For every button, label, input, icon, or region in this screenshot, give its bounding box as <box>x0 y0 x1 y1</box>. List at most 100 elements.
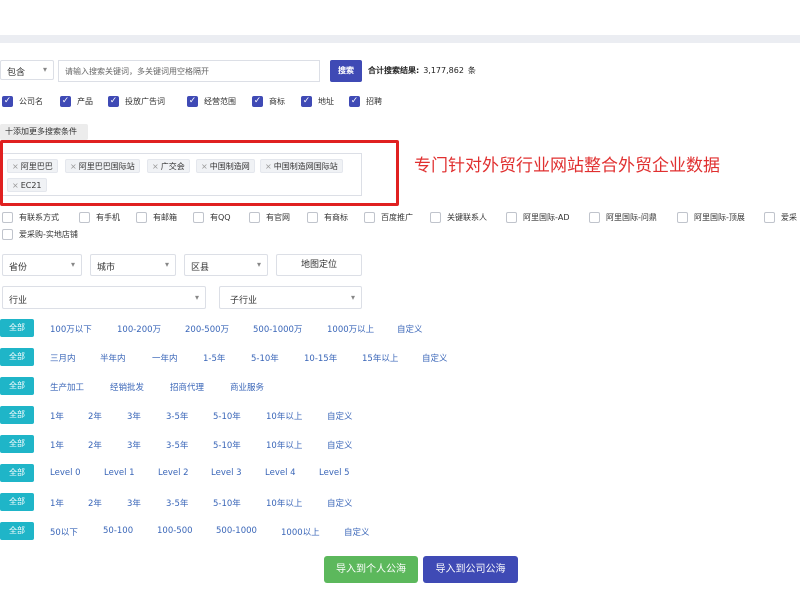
import-personal-pool-button[interactable]: 导入到个人公海 <box>324 556 418 583</box>
filter-all-button[interactable]: 全部 <box>0 406 34 424</box>
filter-option[interactable]: 1-5年 <box>203 352 225 364</box>
checkbox[interactable] <box>136 212 147 223</box>
check-icon[interactable]: ✓ <box>301 96 312 107</box>
checkbox[interactable] <box>307 212 318 223</box>
filter-option[interactable]: 2年 <box>88 497 102 509</box>
check-icon[interactable]: ✓ <box>187 96 198 107</box>
filter-option[interactable]: Level 5 <box>319 468 350 478</box>
filter-option[interactable]: 200-500万 <box>185 323 229 335</box>
check-icon[interactable]: ✓ <box>252 96 263 107</box>
filter-option[interactable]: 1000以上 <box>281 526 320 538</box>
filter-option[interactable]: 3-5年 <box>166 439 188 451</box>
filter-option[interactable]: 5-10年 <box>213 410 241 422</box>
checkbox[interactable] <box>677 212 688 223</box>
check-icon[interactable]: ✓ <box>60 96 71 107</box>
filter-option[interactable]: 15年以上 <box>362 352 398 364</box>
checkbox[interactable] <box>430 212 441 223</box>
checkbox[interactable] <box>249 212 260 223</box>
sub-industry-select[interactable]: 子行业 ▾ <box>219 286 362 309</box>
filter-option[interactable]: Level 1 <box>104 468 135 478</box>
filter-option[interactable]: 3-5年 <box>166 410 188 422</box>
import-company-pool-button[interactable]: 导入到公司公海 <box>423 556 518 583</box>
checkbox[interactable] <box>764 212 775 223</box>
check-icon[interactable]: ✓ <box>108 96 119 107</box>
filter-option[interactable]: 100-500 <box>157 526 193 536</box>
filter-option[interactable]: 3-5年 <box>166 497 188 509</box>
highlight-box <box>0 140 399 206</box>
filter-option[interactable]: 自定义 <box>327 410 353 422</box>
filter-option[interactable]: 2年 <box>88 410 102 422</box>
check-icon[interactable]: ✓ <box>349 96 360 107</box>
filter-all-button[interactable]: 全部 <box>0 348 34 366</box>
search-input[interactable] <box>65 62 315 80</box>
filter-option[interactable]: Level 2 <box>158 468 189 478</box>
checkbox[interactable] <box>79 212 90 223</box>
city-select[interactable]: 城市 ▾ <box>90 254 176 276</box>
search-result-summary: 合计搜索结果: 3,177,862 条 <box>368 65 476 76</box>
add-more-conditions-button[interactable]: 十添加更多搜索条件 <box>0 124 88 140</box>
filter-all-button[interactable]: 全部 <box>0 435 34 453</box>
checkbox[interactable] <box>506 212 517 223</box>
search-button[interactable]: 搜索 <box>330 60 362 82</box>
filter-option[interactable]: 1000万以上 <box>327 323 374 335</box>
checkbox[interactable] <box>2 229 13 240</box>
filter-option[interactable]: Level 0 <box>50 468 81 478</box>
checkbox[interactable] <box>589 212 600 223</box>
result-count: 3,177,862 <box>423 66 464 75</box>
filter-option[interactable]: 半年内 <box>100 352 126 364</box>
filter-option[interactable]: 5-10年 <box>251 352 279 364</box>
check-icon[interactable]: ✓ <box>2 96 13 107</box>
filter-option[interactable]: 500-1000 <box>216 526 257 536</box>
map-locate-button[interactable]: 地图定位 <box>276 254 362 276</box>
filter-all-button[interactable]: 全部 <box>0 319 34 337</box>
filter-option[interactable]: 50-100 <box>103 526 133 536</box>
industry-select[interactable]: 行业 ▾ <box>2 286 206 309</box>
filter-option[interactable]: 自定义 <box>327 497 353 509</box>
filter-option[interactable]: 100-200万 <box>117 323 161 335</box>
filter-option[interactable]: 生产加工 <box>50 381 84 393</box>
filter-option[interactable]: 5-10年 <box>213 497 241 509</box>
filter-option[interactable]: 10年以上 <box>266 410 302 422</box>
search-box[interactable] <box>58 60 320 82</box>
checkbox[interactable] <box>2 212 13 223</box>
result-unit: 条 <box>467 66 476 75</box>
filter-option[interactable]: 500-1000万 <box>253 323 302 335</box>
filter-option[interactable]: 3年 <box>127 497 141 509</box>
filter-option[interactable]: 10年以上 <box>266 439 302 451</box>
match-mode-value: 包含 <box>7 68 26 78</box>
filter-option[interactable]: Level 3 <box>211 468 242 478</box>
match-mode-select[interactable]: 包含 ▾ <box>0 60 54 80</box>
chevron-down-icon: ▾ <box>42 65 47 74</box>
filter-option[interactable]: 自定义 <box>422 352 448 364</box>
checkbox[interactable] <box>364 212 375 223</box>
filter-option[interactable]: 100万以下 <box>50 323 92 335</box>
filter-option[interactable]: 1年 <box>50 439 64 451</box>
filter-option[interactable]: 50以下 <box>50 526 78 538</box>
filter-option[interactable]: 3年 <box>127 439 141 451</box>
chevron-down-icon: ▾ <box>194 293 199 302</box>
filter-option[interactable]: 3年 <box>127 410 141 422</box>
checkbox[interactable] <box>193 212 204 223</box>
district-select[interactable]: 区县 ▾ <box>184 254 268 276</box>
chevron-down-icon: ▾ <box>256 260 261 269</box>
filter-option[interactable]: 自定义 <box>397 323 423 335</box>
filter-option[interactable]: 10年以上 <box>266 497 302 509</box>
filter-option[interactable]: 5-10年 <box>213 439 241 451</box>
filter-all-button[interactable]: 全部 <box>0 377 34 395</box>
filter-option[interactable]: 一年内 <box>152 352 178 364</box>
filter-option[interactable]: Level 4 <box>265 468 296 478</box>
filter-option[interactable]: 商业服务 <box>230 381 264 393</box>
filter-option[interactable]: 2年 <box>88 439 102 451</box>
filter-option[interactable]: 经销批发 <box>110 381 144 393</box>
filter-option[interactable]: 自定义 <box>327 439 353 451</box>
province-select[interactable]: 省份 ▾ <box>2 254 82 276</box>
filter-all-button[interactable]: 全部 <box>0 522 34 540</box>
filter-option[interactable]: 1年 <box>50 410 64 422</box>
filter-option[interactable]: 10-15年 <box>304 352 337 364</box>
filter-option[interactable]: 自定义 <box>344 526 370 538</box>
filter-all-button[interactable]: 全部 <box>0 493 34 511</box>
filter-all-button[interactable]: 全部 <box>0 464 34 482</box>
filter-option[interactable]: 招商代理 <box>170 381 204 393</box>
filter-option[interactable]: 三月内 <box>50 352 76 364</box>
filter-option[interactable]: 1年 <box>50 497 64 509</box>
